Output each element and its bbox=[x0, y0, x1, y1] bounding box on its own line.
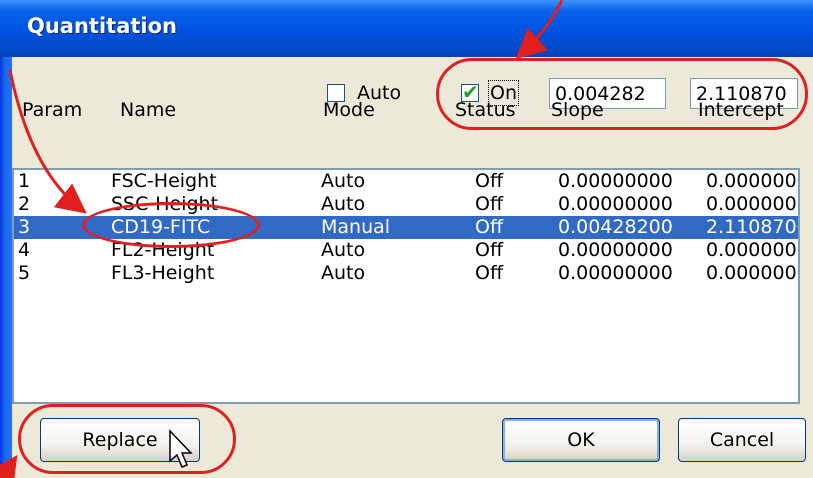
quantitation-dialog-window: Quantitation Auto ✔ On Param Name Mode S… bbox=[0, 0, 813, 478]
arrow-to-replace bbox=[0, 455, 18, 478]
arrow-to-cd19-row bbox=[8, 69, 87, 214]
arrow-to-on-fields bbox=[515, 0, 564, 59]
annotation-arrows bbox=[0, 0, 564, 478]
